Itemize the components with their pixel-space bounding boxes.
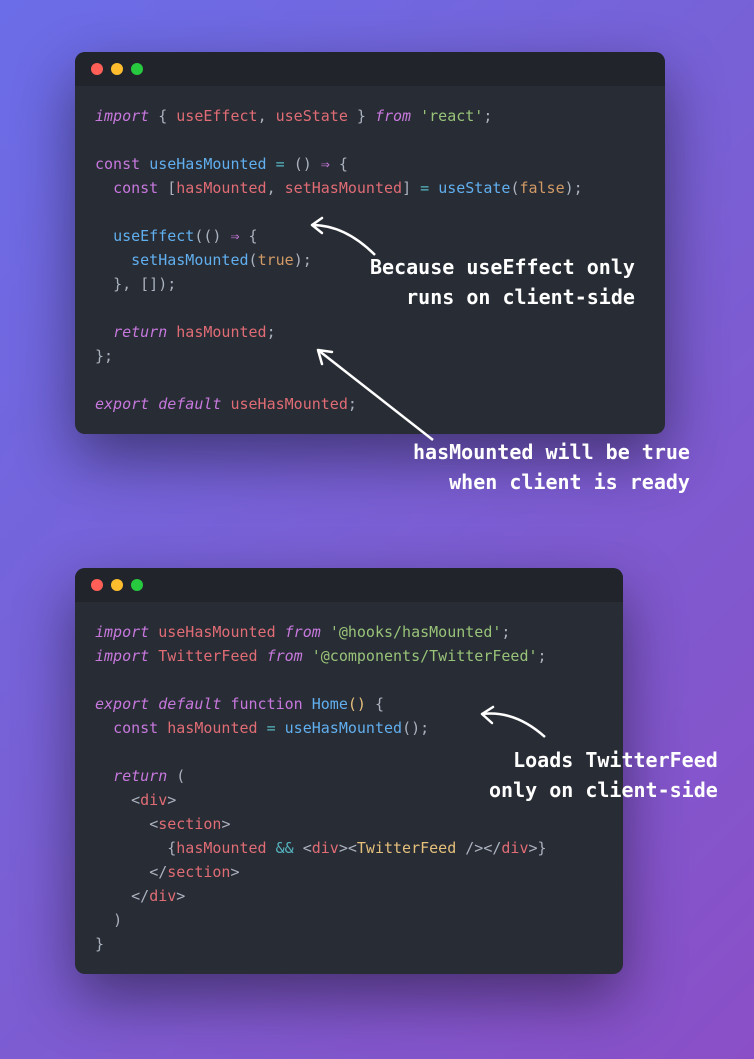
annotation-text: when client is ready <box>449 470 690 494</box>
maximize-icon <box>131 63 143 75</box>
titlebar <box>75 568 623 602</box>
code-window-2: import useHasMounted from '@hooks/hasMou… <box>75 568 623 974</box>
code-window-1: import { useEffect, useState } from 'rea… <box>75 52 665 434</box>
close-icon <box>91 579 103 591</box>
code-block-1: import { useEffect, useState } from 'rea… <box>75 86 665 434</box>
close-icon <box>91 63 103 75</box>
annotation-hasmounted: hasMounted will be true when client is r… <box>413 437 690 497</box>
code-block-2: import useHasMounted from '@hooks/hasMou… <box>75 602 623 974</box>
titlebar <box>75 52 665 86</box>
minimize-icon <box>111 63 123 75</box>
minimize-icon <box>111 579 123 591</box>
maximize-icon <box>131 579 143 591</box>
annotation-text: hasMounted will be true <box>413 440 690 464</box>
